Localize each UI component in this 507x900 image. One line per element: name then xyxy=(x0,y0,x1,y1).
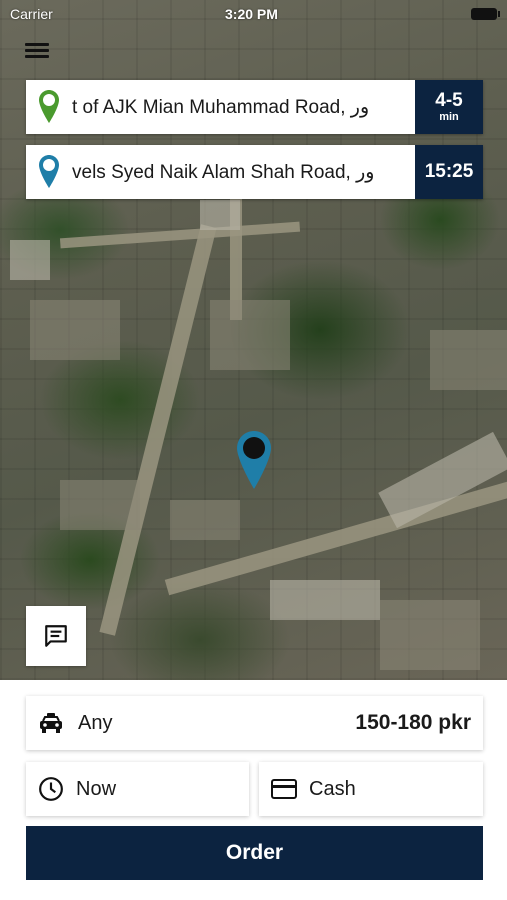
vehicle-type-selector[interactable]: Any 150-180 pkr xyxy=(26,696,483,750)
menu-button[interactable] xyxy=(25,40,49,62)
location-pin-icon[interactable] xyxy=(236,430,272,495)
ride-options-panel: Any 150-180 pkr Now Cash Order xyxy=(0,680,507,900)
payment-method-label: Cash xyxy=(309,777,356,800)
car-icon xyxy=(40,713,62,733)
pickup-address-text: t of AJK Mian Muhammad Road, ور xyxy=(72,96,370,118)
payment-method-selector[interactable]: Cash xyxy=(259,762,483,816)
order-button[interactable]: Order xyxy=(26,826,483,880)
message-icon xyxy=(45,625,67,647)
pickup-time-selector[interactable]: Now xyxy=(26,762,249,816)
chat-button[interactable] xyxy=(26,606,86,666)
price-estimate: 150-180 pkr xyxy=(355,711,471,734)
arrival-time-badge: 15:25 xyxy=(415,145,483,199)
battery-icon xyxy=(471,8,500,20)
clock-icon xyxy=(39,777,63,801)
pickup-address-field[interactable]: t of AJK Mian Muhammad Road, ور 4-5 min xyxy=(26,80,483,134)
status-bar: Carrier 3:20 PM xyxy=(0,0,507,28)
arrival-time: 15:25 xyxy=(424,161,474,182)
eta-unit: min xyxy=(439,111,459,123)
status-time: 3:20 PM xyxy=(225,6,278,22)
destination-address-text: vels Syed Naik Alam Shah Road, ور xyxy=(72,161,375,183)
carrier-label: Carrier xyxy=(10,6,53,22)
destination-address-field[interactable]: vels Syed Naik Alam Shah Road, ور 15:25 xyxy=(26,145,483,199)
pickup-pin-icon xyxy=(26,80,72,134)
eta-badge: 4-5 min xyxy=(415,80,483,134)
vehicle-type-label: Any xyxy=(78,711,113,734)
credit-card-icon xyxy=(271,779,297,799)
hamburger-icon xyxy=(25,43,49,46)
eta-value: 4-5 xyxy=(435,90,463,111)
pickup-time-label: Now xyxy=(76,777,117,800)
destination-pin-icon xyxy=(26,145,72,199)
